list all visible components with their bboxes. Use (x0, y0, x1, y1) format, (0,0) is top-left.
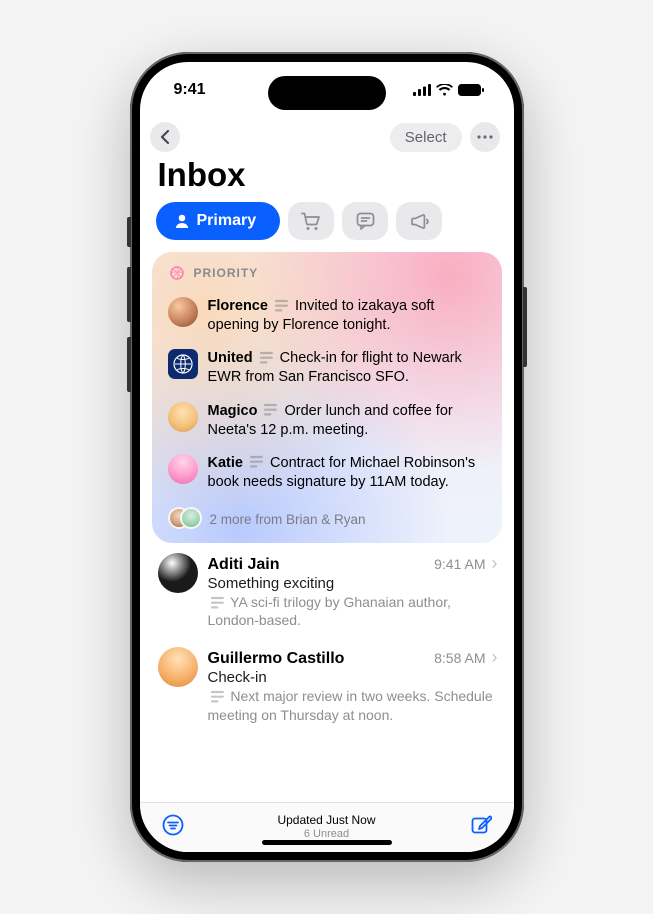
tab-transactions[interactable] (288, 202, 334, 240)
tab-primary[interactable]: Primary (156, 202, 281, 240)
priority-section: PRIORITY Florence Invited to izakaya sof… (152, 252, 502, 543)
avatar (168, 297, 198, 327)
message-row[interactable]: Aditi Jain 9:41 AM › Something exciting … (140, 543, 514, 637)
chevron-right-icon: › (492, 553, 498, 574)
filter-button[interactable] (162, 814, 184, 841)
message-subject: Something exciting (208, 575, 498, 592)
avatar (168, 402, 198, 432)
message-preview: YA sci-fi trilogy by Ghanaian author, Lo… (208, 594, 451, 628)
message-sender: Aditi Jain (208, 556, 280, 574)
message-preview: Next major review in two weeks. Schedule… (208, 688, 493, 722)
message-subject: Check-in (208, 669, 498, 686)
priority-sender: Magico (208, 403, 258, 419)
battery-icon (458, 84, 484, 96)
summary-icon (210, 690, 225, 703)
message-row[interactable]: Guillermo Castillo 8:58 AM › Check-in Ne… (140, 637, 514, 731)
avatar (168, 349, 198, 379)
priority-sender: Florence (208, 298, 268, 314)
avatar (158, 553, 198, 593)
compose-icon (470, 814, 492, 836)
priority-header-label: PRIORITY (194, 266, 259, 280)
toolbar-status: Updated Just Now (277, 813, 375, 828)
more-button[interactable] (470, 122, 500, 152)
message-sender: Guillermo Castillo (208, 650, 345, 668)
cellular-icon (413, 84, 431, 96)
priority-sender: Katie (208, 455, 243, 471)
summary-icon (210, 596, 225, 609)
chat-icon (356, 212, 375, 230)
avatar (180, 507, 202, 529)
compose-button[interactable] (470, 814, 492, 841)
ellipsis-icon (477, 135, 493, 139)
apple-intelligence-icon (168, 264, 186, 282)
page-title: Inbox (140, 152, 514, 202)
priority-sender: United (208, 350, 253, 366)
back-button[interactable] (150, 122, 180, 152)
dynamic-island (268, 76, 386, 110)
priority-more[interactable]: 2 more from Brian & Ryan (166, 499, 488, 533)
message-time: 9:41 AM (434, 556, 485, 572)
filter-icon (162, 814, 184, 836)
avatar (158, 647, 198, 687)
avatar (168, 454, 198, 484)
priority-item[interactable]: United Check-in for flight to Newark EWR… (166, 342, 488, 394)
category-tabs: Primary (140, 202, 514, 252)
tab-updates[interactable] (342, 202, 388, 240)
message-time: 8:58 AM (434, 650, 485, 666)
priority-item[interactable]: Katie Contract for Michael Robinson's bo… (166, 447, 488, 499)
chevron-left-icon (160, 130, 170, 144)
summary-icon (259, 351, 274, 364)
summary-icon (249, 455, 264, 468)
status-time: 9:41 (174, 81, 206, 99)
home-indicator[interactable] (262, 840, 392, 845)
summary-icon (263, 403, 278, 416)
person-icon (174, 213, 190, 229)
priority-item[interactable]: Florence Invited to izakaya soft opening… (166, 290, 488, 342)
tab-primary-label: Primary (197, 212, 257, 230)
megaphone-icon (410, 213, 429, 230)
tab-promotions[interactable] (396, 202, 442, 240)
priority-summary: Contract for Michael Robinson's book nee… (208, 455, 476, 490)
priority-item[interactable]: Magico Order lunch and coffee for Neeta'… (166, 395, 488, 447)
wifi-icon (436, 84, 453, 96)
summary-icon (274, 299, 289, 312)
chevron-right-icon: › (492, 647, 498, 668)
select-button[interactable]: Select (390, 123, 462, 152)
priority-more-label: 2 more from Brian & Ryan (210, 512, 366, 527)
cart-icon (301, 212, 321, 231)
